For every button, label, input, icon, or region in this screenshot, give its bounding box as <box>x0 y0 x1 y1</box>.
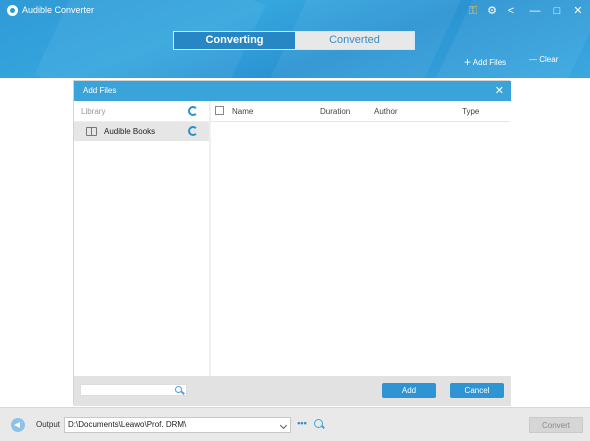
library-item-label: Audible Books <box>104 127 156 136</box>
view-tabs: Converting Converted <box>173 31 415 50</box>
maximize-icon[interactable]: □ <box>549 3 565 19</box>
dialog-footer: Add Cancel <box>74 376 511 406</box>
chevron-down-icon[interactable] <box>279 421 288 430</box>
dialog-close-icon[interactable]: ✕ <box>495 84 504 97</box>
cancel-button[interactable]: Cancel <box>450 383 504 398</box>
convert-button[interactable]: Convert <box>529 417 583 433</box>
output-label: Output <box>36 420 61 429</box>
minus-icon: — <box>529 55 537 64</box>
add-files-label: Add Files <box>472 58 507 67</box>
clear-button[interactable]: — Clear <box>529 55 558 64</box>
add-files-dialog: Add Files ✕ Library Audible Books Name D… <box>73 80 511 406</box>
bottom-bar: Output D:\Documents\Leawo\Prof. DRM\ •••… <box>0 407 590 441</box>
column-duration[interactable]: Duration <box>320 107 350 116</box>
app-header: Audible Converter ⚿ ⚙ < — □ ✕ Converting… <box>0 0 590 78</box>
select-all-checkbox[interactable] <box>215 106 224 115</box>
minimize-icon[interactable]: — <box>527 3 543 19</box>
search-icon[interactable] <box>175 386 182 393</box>
refresh-icon[interactable] <box>188 126 198 136</box>
tab-converted[interactable]: Converted <box>295 32 414 49</box>
add-button[interactable]: Add <box>382 383 436 398</box>
file-list-header: Name Duration Author Type <box>211 101 510 122</box>
open-folder-search-icon[interactable] <box>314 419 323 428</box>
tab-converting[interactable]: Converting <box>174 32 295 49</box>
dialog-header: Add Files ✕ <box>74 81 511 101</box>
search-input[interactable] <box>80 384 187 396</box>
output-path-value: D:\Documents\Leawo\Prof. DRM\ <box>68 420 187 429</box>
clear-label: Clear <box>539 55 559 64</box>
dialog-title: Add Files <box>83 86 117 95</box>
column-name[interactable]: Name <box>232 107 253 116</box>
output-path-select[interactable]: D:\Documents\Leawo\Prof. DRM\ <box>64 417 291 433</box>
plus-icon: + <box>464 55 472 69</box>
library-label: Library <box>81 107 106 116</box>
app-title: Audible Converter <box>22 5 95 15</box>
column-type[interactable]: Type <box>462 107 479 116</box>
key-icon[interactable]: ⚿ <box>465 3 481 19</box>
refresh-icon[interactable] <box>188 106 198 116</box>
add-files-button[interactable]: + Add Files <box>464 55 506 69</box>
library-panel: Library Audible Books <box>74 101 209 376</box>
library-header: Library <box>74 101 209 122</box>
browse-more-icon[interactable]: ••• <box>294 418 310 431</box>
close-icon[interactable]: ✕ <box>570 3 586 19</box>
app-logo-icon <box>7 5 18 16</box>
library-item-audible-books[interactable]: Audible Books <box>74 122 209 141</box>
back-icon[interactable] <box>11 418 25 432</box>
gear-icon[interactable]: ⚙ <box>484 3 500 19</box>
share-icon[interactable]: < <box>503 3 519 19</box>
book-icon <box>86 127 97 136</box>
title-bar: Audible Converter ⚿ ⚙ < — □ ✕ <box>0 0 590 22</box>
column-author[interactable]: Author <box>374 107 398 116</box>
file-list: Name Duration Author Type <box>211 101 510 376</box>
